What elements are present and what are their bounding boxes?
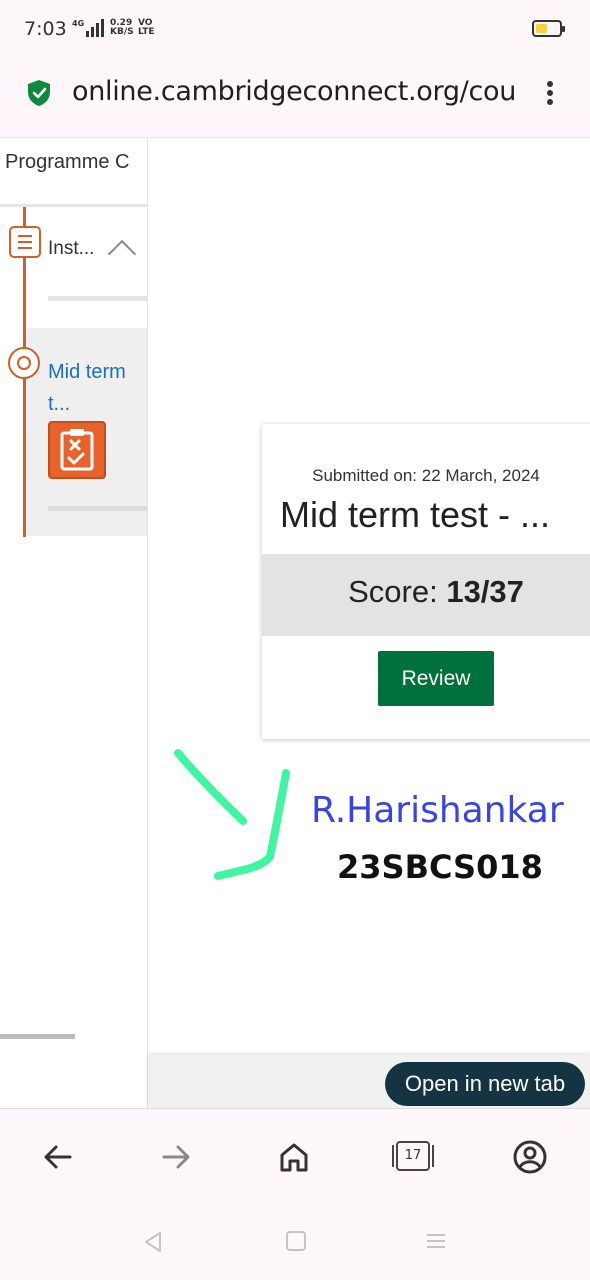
course-sidebar: Programme C Inst... Mid term t... — [0, 138, 148, 1108]
radio-circle-icon — [8, 347, 40, 379]
volte-bottom: LTE — [138, 27, 155, 37]
network-speed: 0.29 KB/S — [110, 19, 134, 37]
browser-toolbar — [0, 1108, 590, 1205]
back-arrow-icon[interactable] — [38, 1137, 78, 1177]
submitted-date: Submitted on: 22 March, 2024 — [312, 466, 540, 485]
signal-icon — [86, 19, 104, 37]
score-band: Score: 13/37 — [262, 554, 590, 636]
score-text: Score: 13/37 — [262, 574, 590, 610]
student-name: R.Harishankar — [311, 790, 564, 831]
sidebar-item-label: Inst... — [48, 238, 95, 259]
student-id: 23SBCS018 — [337, 848, 543, 886]
account-icon[interactable] — [510, 1137, 550, 1177]
system-home-icon[interactable] — [284, 1229, 308, 1253]
open-in-new-tab-button[interactable]: Open in new tab — [385, 1062, 585, 1106]
handwritten-check-mark — [174, 749, 290, 880]
forward-arrow-icon[interactable] — [156, 1137, 196, 1177]
status-bar: 7:03 4G 0.29 KB/S VO LTE — [0, 0, 590, 60]
score-value: 13/37 — [446, 574, 524, 609]
tab-switcher-button[interactable]: 17 — [396, 1141, 430, 1171]
home-icon[interactable] — [274, 1137, 314, 1177]
system-navigation — [0, 1205, 590, 1280]
result-card: Submitted on: 22 March, 2024 Mid term te… — [262, 424, 590, 739]
score-label: Score: — [348, 574, 438, 609]
secure-shield-icon[interactable] — [26, 79, 52, 107]
sidebar-title: Programme C — [5, 151, 130, 173]
sidebar-item-instructions[interactable]: Inst... — [0, 208, 147, 326]
network-type: 4G — [72, 19, 85, 28]
volte-indicator: VO LTE — [138, 19, 155, 37]
list-icon — [9, 226, 41, 258]
test-title: Mid term test - ... — [280, 494, 551, 535]
status-time: 7:03 — [24, 18, 67, 40]
battery-icon — [532, 20, 565, 37]
system-recents-icon[interactable] — [424, 1229, 448, 1253]
chevron-up-icon[interactable] — [107, 239, 137, 269]
clipboard-check-icon[interactable] — [48, 421, 106, 479]
page: 7:03 4G 0.29 KB/S VO LTE online.cambridg… — [0, 0, 590, 1280]
system-back-icon[interactable] — [140, 1229, 166, 1255]
review-button[interactable]: Review — [378, 651, 494, 706]
speed-unit: KB/S — [110, 27, 134, 37]
overflow-menu-icon[interactable] — [540, 78, 560, 108]
horizontal-scrollbar[interactable] — [0, 1034, 75, 1039]
progress-bar — [48, 506, 147, 511]
address-bar: online.cambridgeconnect.org/cou — [0, 60, 590, 138]
url-field[interactable]: online.cambridgeconnect.org/cou — [72, 76, 514, 107]
progress-bar — [48, 296, 147, 301]
sidebar-item-mid-term[interactable]: Mid term t... — [48, 356, 143, 420]
